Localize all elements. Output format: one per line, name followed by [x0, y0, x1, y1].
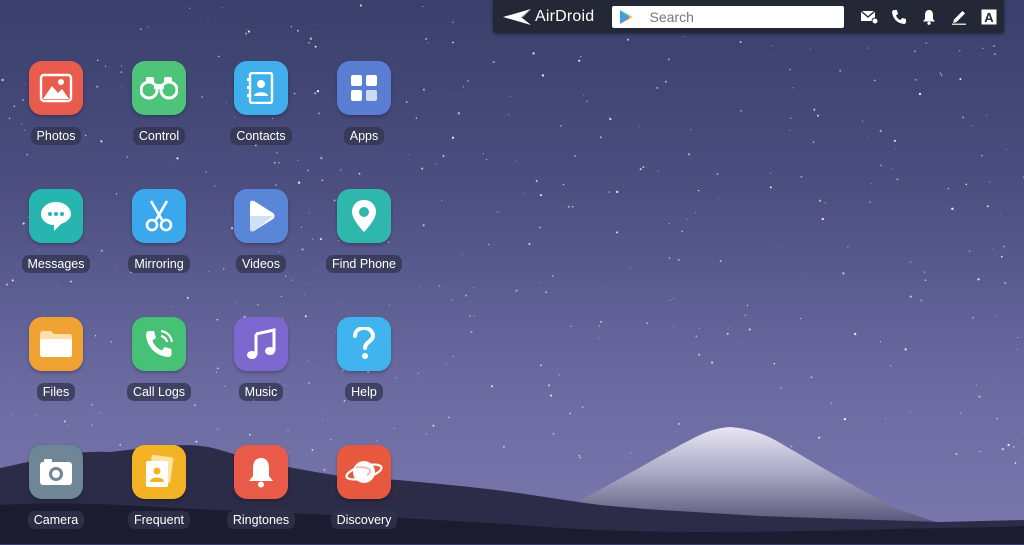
- app-tile: [29, 189, 83, 243]
- binoculars-icon: [140, 77, 178, 100]
- app-photos[interactable]: Photos: [4, 61, 108, 161]
- app-mirroring[interactable]: Mirroring: [107, 189, 211, 289]
- app-label: Music: [238, 383, 284, 401]
- search-input[interactable]: [647, 7, 832, 26]
- app-label: Help: [345, 383, 383, 401]
- app-label: Apps: [343, 127, 385, 145]
- app-tile: [337, 317, 391, 371]
- app-tile: [132, 61, 186, 115]
- app-label: Find Phone: [326, 255, 402, 273]
- messages-icon: [860, 9, 878, 24]
- app-camera[interactable]: Camera: [4, 445, 108, 545]
- app-label: Call Logs: [126, 383, 192, 401]
- folder-icon: [40, 331, 72, 357]
- bell-icon: [249, 458, 273, 488]
- app-label: Contacts: [230, 127, 292, 145]
- app-ringtones[interactable]: Ringtones: [209, 445, 313, 545]
- airdroid-logo[interactable]: AirDroid: [503, 8, 602, 26]
- edit-button[interactable]: [944, 0, 974, 33]
- app-label: Discovery: [330, 511, 398, 529]
- font-a-icon: A: [981, 9, 997, 25]
- camera-icon: [40, 459, 72, 485]
- edit-icon: [952, 10, 966, 25]
- messages-button[interactable]: [854, 0, 884, 33]
- app-frequent[interactable]: Frequent: [107, 445, 211, 545]
- chat-icon: [41, 202, 71, 231]
- app-label: Frequent: [127, 511, 191, 529]
- app-tile: [337, 445, 391, 499]
- paper-plane-logo-icon: [503, 8, 531, 25]
- app-messages[interactable]: Messages: [4, 189, 108, 289]
- app-label: Photos: [30, 127, 82, 145]
- app-tile: [132, 189, 186, 243]
- app-tile: [29, 61, 83, 115]
- app-tile: [337, 61, 391, 115]
- app-tile: [132, 445, 186, 499]
- app-call-logs[interactable]: Call Logs: [107, 317, 211, 417]
- frequent-icon: [146, 455, 174, 487]
- app-music[interactable]: Music: [209, 317, 313, 417]
- app-tile: [29, 317, 83, 371]
- toolbar-icons: A: [854, 0, 1004, 33]
- app-tile: [234, 445, 288, 499]
- app-find-phone[interactable]: Find Phone: [312, 189, 416, 289]
- call-icon: [146, 329, 174, 357]
- location-pin-icon: [352, 200, 376, 232]
- app-apps[interactable]: Apps: [312, 61, 416, 161]
- app-videos[interactable]: Videos: [209, 189, 313, 289]
- app-tile: [132, 317, 186, 371]
- app-tile: [234, 61, 288, 115]
- app-label: Control: [132, 127, 186, 145]
- app-contacts[interactable]: Contacts: [209, 61, 313, 161]
- planet-icon: [345, 461, 383, 483]
- app-label: Files: [36, 383, 76, 401]
- app-tile: [234, 317, 288, 371]
- app-label: Ringtones: [226, 511, 296, 529]
- app-label: Camera: [27, 511, 85, 529]
- app-label: Messages: [21, 255, 91, 273]
- phone-button[interactable]: [884, 0, 914, 33]
- apps-grid-icon: [351, 75, 377, 101]
- app-tile: [234, 189, 288, 243]
- notification-button[interactable]: [914, 0, 944, 33]
- app-label: Mirroring: [128, 255, 190, 273]
- top-toolbar: AirDroid Search A: [493, 0, 1004, 33]
- search-box[interactable]: [611, 5, 844, 28]
- app-tile: [337, 189, 391, 243]
- phone-icon: [892, 9, 906, 24]
- question-icon: [353, 327, 376, 359]
- app-label: Videos: [236, 255, 286, 273]
- scissors-icon: [145, 200, 173, 232]
- play-icon: [250, 200, 275, 232]
- notification-icon: [923, 9, 935, 25]
- app-discovery[interactable]: Discovery: [312, 445, 416, 545]
- app-tile: [29, 445, 83, 499]
- font-size-button[interactable]: A: [974, 0, 1004, 33]
- svg-text:A: A: [984, 10, 994, 25]
- play-store-icon: [619, 9, 632, 24]
- app-files[interactable]: Files: [4, 317, 108, 417]
- contacts-icon: [247, 72, 274, 104]
- music-note-icon: [247, 328, 276, 359]
- photos-icon: [39, 73, 73, 103]
- logo-text: AirDroid: [535, 7, 595, 25]
- app-help[interactable]: Help: [312, 317, 416, 417]
- app-control[interactable]: Control: [107, 61, 211, 161]
